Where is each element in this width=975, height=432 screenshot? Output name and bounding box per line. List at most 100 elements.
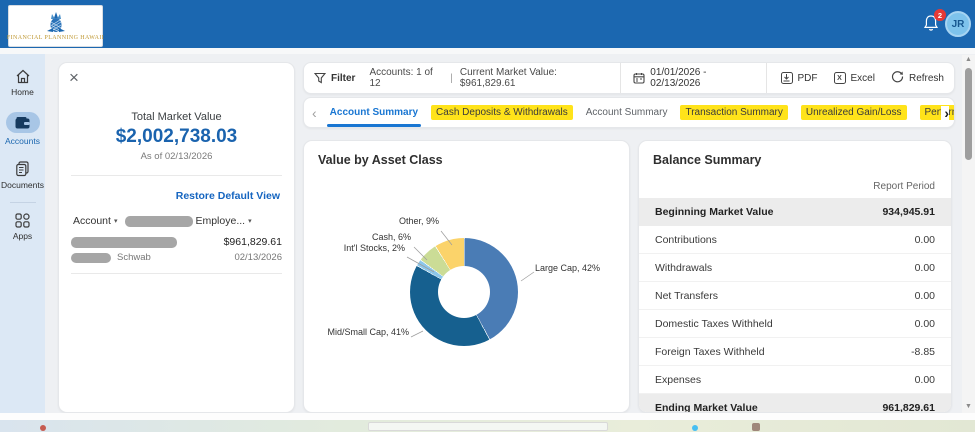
total-market-value-label: Total Market Value (131, 111, 222, 123)
report-tabs-bar: ‹ Account Summary Cash Deposits & Withdr… (303, 97, 955, 128)
export-pdf-button[interactable]: PDF (780, 72, 818, 84)
account-asof-date: 02/13/2026 (234, 252, 282, 263)
sidebar-item-label: Accounts (5, 136, 40, 146)
excel-label: Excel (850, 72, 875, 84)
scrollbar-down-icon[interactable]: ▼ (965, 402, 972, 412)
row-label: Expenses (655, 373, 702, 386)
table-row: Net Transfers 0.00 (639, 282, 951, 310)
balance-summary-card: Balance Summary Report Period Beginning … (638, 140, 952, 413)
os-taskbar[interactable] (0, 420, 975, 432)
account-list-item[interactable]: $961,829.61 Schwab 02/13/2026 (59, 227, 294, 263)
tab-unrealized-gain-loss[interactable]: Unrealized Gain/Loss (800, 105, 907, 120)
sidebar-item-label: Documents (1, 180, 44, 190)
pie-label-intl-stocks: Int'l Stocks, 2% (343, 243, 405, 253)
filter-button[interactable]: Filter (331, 73, 355, 84)
redacted-account-number (71, 252, 111, 263)
apps-grid-icon (15, 213, 30, 228)
tab-account-summary[interactable]: Account Summary (326, 98, 422, 127)
total-market-value-block: Total Market Value $2,002,738.03 As of 0… (59, 111, 294, 162)
asset-class-donut[interactable] (410, 238, 518, 346)
tab-account-summary-2[interactable]: Account Summary (586, 98, 668, 127)
calendar-icon (633, 72, 645, 84)
pdf-label: PDF (797, 72, 818, 84)
row-value: 934,945.91 (882, 206, 935, 218)
report-toolbar: Filter Accounts: 1 of 12 | Current Marke… (303, 62, 955, 94)
export-excel-button[interactable]: X Excel (833, 72, 875, 84)
user-avatar[interactable]: JR (945, 11, 971, 37)
pdf-export-icon (780, 72, 793, 84)
asset-class-card: Value by Asset Class Other, 9% Cash, 6% … (303, 140, 630, 413)
date-range-picker[interactable]: 01/01/2026 - 02/13/2026 (633, 67, 753, 89)
refresh-label: Refresh (908, 72, 944, 84)
filter-funnel-icon (314, 72, 326, 84)
excel-export-icon: X (833, 72, 846, 84)
table-row: Withdrawals 0.00 (639, 254, 951, 282)
account-custodian: Schwab (117, 252, 151, 263)
logo-text: Financial Planning Hawaii (6, 34, 105, 41)
tab-cash-deposits-withdrawals[interactable]: Cash Deposits & Withdrawals (431, 105, 573, 120)
caret-down-icon: ▾ (113, 218, 118, 225)
sidebar-item-apps[interactable]: Apps (0, 213, 45, 241)
pie-label-other: Other, 9% (398, 216, 439, 226)
account-value: $961,829.61 (223, 236, 282, 248)
taskbar-app-icon[interactable] (40, 425, 46, 431)
toolbar-vertical-divider (620, 63, 622, 93)
app-screen: Financial Planning Hawaii 2 JR Home (0, 0, 975, 432)
top-header-bar: Financial Planning Hawaii 2 JR (0, 0, 975, 48)
taskbar-app-icon[interactable] (752, 423, 760, 431)
account-filter-dropdown[interactable]: Account (73, 215, 111, 227)
row-value: 0.00 (914, 373, 935, 386)
row-value: 0.00 (914, 289, 935, 302)
home-icon (16, 69, 29, 84)
total-market-value-asof: As of 02/13/2026 (140, 151, 213, 162)
redacted-account-name (71, 236, 177, 248)
row-label: Withdrawals (655, 261, 713, 274)
company-logo[interactable]: Financial Planning Hawaii (6, 5, 105, 47)
row-value: 0.00 (914, 261, 935, 274)
restore-default-view-link[interactable]: Restore Default View (176, 190, 280, 202)
row-value: -8.85 (911, 345, 935, 358)
tab-transaction-summary[interactable]: Transaction Summary (680, 105, 788, 120)
table-row: Foreign Taxes Withheld -8.85 (639, 338, 951, 366)
table-row: Domestic Taxes Withheld 0.00 (639, 310, 951, 338)
accounts-count-text: Accounts: 1 of 12 (369, 67, 433, 89)
active-nav-pill (5, 112, 40, 133)
tab-performance-overview[interactable]: Performance Overview (919, 105, 954, 120)
pineapple-logo-icon (46, 11, 65, 32)
row-label: Ending Market Value (655, 402, 758, 413)
table-row: Expenses 0.00 (639, 366, 951, 394)
refresh-button[interactable]: Refresh (891, 70, 944, 86)
left-nav-sidebar: Home Accounts Documents Apps (0, 54, 45, 420)
row-label: Foreign Taxes Withheld (655, 345, 765, 358)
sidebar-item-documents[interactable]: Documents (0, 161, 45, 190)
refresh-icon (891, 70, 904, 86)
scrollbar-up-icon[interactable]: ▲ (965, 55, 972, 65)
table-row: Contributions 0.00 (639, 226, 951, 254)
asset-class-title: Value by Asset Class (318, 153, 443, 167)
row-label: Domestic Taxes Withheld (655, 317, 773, 330)
documents-icon (16, 161, 29, 177)
account-group-dropdown[interactable]: Employe... (195, 215, 245, 227)
sidebar-divider (9, 202, 36, 203)
row-label: Beginning Market Value (655, 206, 774, 218)
tabs-scroll-right-icon[interactable]: › (941, 105, 949, 120)
taskbar-search-box[interactable] (368, 422, 608, 431)
close-icon[interactable]: × (69, 69, 79, 86)
balance-summary-title: Balance Summary (653, 153, 762, 167)
page-bottom-strip (0, 413, 975, 420)
scrollbar-thumb[interactable] (965, 68, 972, 160)
redacted-account-group (125, 215, 194, 227)
sidebar-item-accounts[interactable]: Accounts (0, 112, 45, 146)
row-label: Net Transfers (655, 289, 719, 302)
date-range-text: 01/01/2026 - 02/13/2026 (650, 67, 707, 89)
tabs-scroll-left-icon[interactable]: ‹ (312, 106, 317, 120)
wallet-icon (15, 116, 30, 128)
row-value: 0.00 (914, 317, 935, 330)
page-scrollbar[interactable]: ▲ ▼ (962, 55, 975, 413)
pie-label-mid-small-cap: Mid/Small Cap, 41% (327, 327, 409, 337)
taskbar-app-icon[interactable] (692, 425, 698, 431)
sidebar-item-home[interactable]: Home (0, 69, 45, 97)
notifications-bell-button[interactable]: 2 (923, 9, 946, 34)
row-value: 0.00 (914, 233, 935, 246)
row-label: Contributions (655, 233, 717, 246)
